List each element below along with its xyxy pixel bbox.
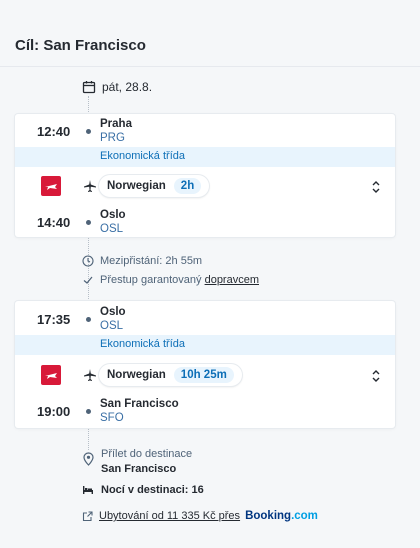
carrier-row[interactable]: Norwegian 2h — [15, 169, 395, 205]
carrier-name: Norwegian — [107, 180, 166, 192]
arrival-row: 19:00 San Francisco SFO — [15, 394, 395, 428]
departure-city: Oslo — [100, 306, 126, 318]
departure-time: 12:40 — [37, 124, 71, 139]
layover-info: Mezipřistání: 2h 55m — [82, 255, 202, 267]
departure-row: 17:35 Oslo OSL — [15, 301, 395, 335]
accommodation-link[interactable]: Ubytování od 11 335 Kč přes — [99, 510, 240, 522]
arrival-city-name: San Francisco — [101, 463, 177, 475]
carrier-name: Norwegian — [107, 369, 166, 381]
arrival-time: 19:00 — [37, 404, 71, 419]
layover-duration: Mezipřistání: 2h 55m — [100, 255, 203, 267]
guarantee-text: Přestup garantovaný — [100, 274, 202, 286]
timeline-dot — [86, 409, 91, 414]
departure-city: Praha — [100, 118, 132, 130]
check-icon — [83, 276, 93, 284]
arrival-time: 14:40 — [37, 215, 71, 230]
guarantee-link[interactable]: dopravcem — [205, 274, 259, 286]
carrier-row[interactable]: Norwegian 10h 25m — [15, 358, 395, 394]
flight-duration: 10h 25m — [173, 367, 234, 383]
timeline-line — [88, 237, 89, 301]
bed-icon — [83, 486, 93, 494]
transfer-guarantee: Přestup garantovaný dopravcem — [82, 274, 259, 286]
arrival-airport-code: SFO — [100, 412, 124, 424]
cabin-class-bar: Ekonomická třída — [15, 335, 395, 355]
nights-text: Nocí v destinaci: 16 — [101, 484, 204, 496]
timeline-line — [88, 96, 89, 114]
external-link-icon — [82, 510, 93, 521]
cabin-class: Ekonomická třída — [100, 150, 185, 162]
departure-airport-code: PRG — [100, 132, 125, 144]
cabin-class: Ekonomická třída — [100, 338, 185, 350]
departure-row: 12:40 Praha PRG — [15, 114, 395, 146]
norwegian-logo-icon — [41, 365, 61, 385]
carrier-pill: Norwegian 10h 25m — [99, 364, 242, 386]
arrival-airport-code: OSL — [100, 223, 124, 235]
accommodation-offer[interactable]: Ubytování od 11 335 Kč přes Booking.com — [82, 510, 318, 522]
arrival-row: 14:40 Oslo OSL — [15, 205, 395, 237]
booking-brand: Booking — [245, 510, 292, 522]
flight-segment-card: 17:35 Oslo OSL Ekonomická třída Norwegia… — [15, 301, 395, 428]
booking-logo: Booking.com — [245, 510, 318, 522]
cabin-class-bar: Ekonomická třída — [15, 147, 395, 167]
calendar-icon — [82, 81, 96, 94]
destination-title: Cíl: San Francisco — [15, 37, 146, 54]
timeline-dot — [86, 220, 91, 225]
carrier-pill: Norwegian 2h — [99, 175, 210, 197]
timeline-line — [88, 428, 89, 450]
airplane-icon — [84, 180, 96, 192]
booking-brand-suffix: .com — [291, 510, 318, 522]
timeline-dot — [86, 129, 91, 134]
departure-time: 17:35 — [37, 312, 71, 327]
clock-icon — [82, 255, 94, 267]
trip-header: Cíl: San Francisco — [0, 0, 420, 67]
flight-duration: 2h — [173, 178, 202, 194]
airplane-icon — [84, 369, 96, 381]
arrival-city: Oslo — [100, 209, 126, 221]
chevron-updown-icon[interactable] — [371, 180, 381, 194]
departure-date: pát, 28.8. — [82, 80, 152, 94]
nights-in-destination: Nocí v destinaci: 16 — [82, 484, 204, 496]
location-pin-icon — [83, 452, 94, 466]
arrival-label: Přílet do destinace — [101, 448, 193, 460]
departure-airport-code: OSL — [100, 320, 124, 332]
flight-segment-card: 12:40 Praha PRG Ekonomická třída Norwegi… — [15, 114, 395, 237]
chevron-updown-icon[interactable] — [371, 369, 381, 383]
norwegian-logo-icon — [41, 176, 61, 196]
destination-arrival: Přílet do destinace San Francisco — [101, 448, 192, 475]
arrival-city: San Francisco — [100, 398, 179, 410]
timeline-dot — [86, 317, 91, 322]
date-label: pát, 28.8. — [102, 80, 153, 94]
